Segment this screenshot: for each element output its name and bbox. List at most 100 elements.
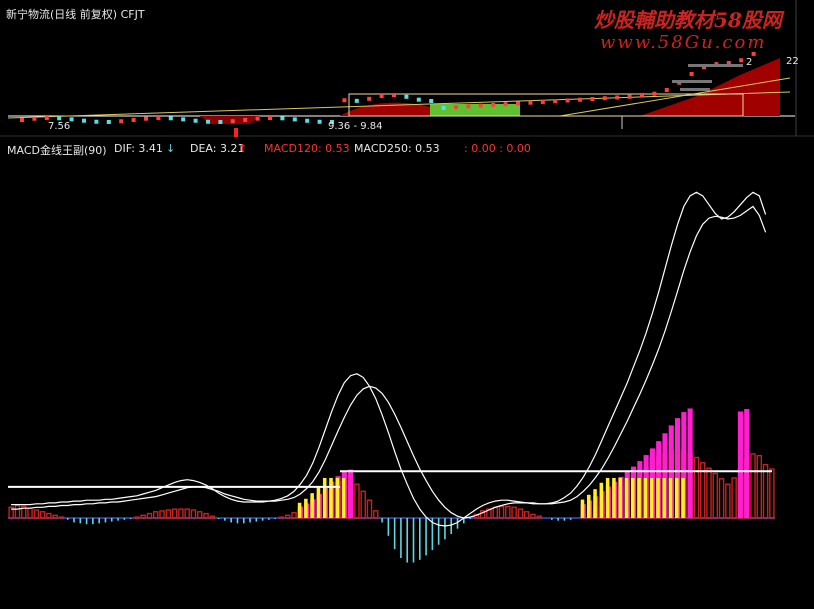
- price-candle: [32, 116, 37, 121]
- price-candle: [516, 101, 520, 106]
- price-candle: [664, 88, 669, 93]
- macd-bar: [505, 505, 511, 519]
- signal-bar: [605, 477, 610, 518]
- signal-bar: [593, 489, 597, 518]
- price-candle: [590, 96, 595, 101]
- price-candle: [540, 99, 545, 104]
- price-candle: [94, 119, 99, 124]
- macd-bar: [58, 516, 65, 519]
- dif-down-arrow-icon: ↓: [166, 142, 176, 155]
- price-candle: [206, 119, 210, 124]
- signal-bar: [304, 498, 308, 518]
- price-candle: [466, 104, 471, 109]
- signal-bar: [681, 477, 685, 518]
- macd-bar: [492, 506, 498, 519]
- price-candle: [565, 98, 570, 103]
- macd-bar: [366, 499, 373, 519]
- signal-bar: [329, 477, 333, 518]
- signal-bar: [744, 409, 750, 518]
- price-candle: [478, 103, 483, 108]
- price-candle: [292, 117, 297, 122]
- signal-bar: [310, 493, 314, 518]
- price-candle: [168, 116, 173, 121]
- price-right-label2: 2: [746, 57, 753, 68]
- macd-bar: [146, 512, 153, 519]
- signal-bar: [668, 477, 673, 518]
- macd-bar: [693, 456, 700, 519]
- signal-bar: [341, 477, 346, 518]
- price-candle: [578, 97, 582, 102]
- macd-bar: [33, 509, 40, 519]
- price-candle: [20, 118, 24, 122]
- macd-bar: [159, 510, 165, 519]
- price-level-bar: [680, 88, 710, 91]
- macd-bar: [373, 510, 379, 519]
- price-candle: [131, 117, 136, 122]
- price-candle: [156, 116, 161, 121]
- macd-bar: [718, 478, 725, 519]
- price-candle: [615, 95, 620, 100]
- price-candle: [640, 92, 644, 97]
- price-candle: [454, 105, 458, 110]
- price-candle: [354, 98, 359, 103]
- macd-bar: [712, 472, 719, 519]
- price-level-bar: [688, 64, 743, 67]
- price-candle: [255, 116, 260, 121]
- signal-bar: [643, 477, 648, 518]
- price-candle: [57, 116, 62, 121]
- price-candle: [367, 96, 372, 101]
- macd-bar: [203, 512, 209, 519]
- macd-bar: [706, 467, 712, 519]
- signal-bar: [737, 411, 743, 518]
- macd-bar: [725, 483, 731, 519]
- price-candle: [441, 105, 446, 110]
- macd-bar: [190, 509, 197, 519]
- macd-bar: [511, 506, 517, 519]
- price-candle: [317, 119, 322, 124]
- signal-bar: [631, 477, 635, 518]
- price-candle: [379, 94, 384, 99]
- macd-chart-screen: 新宁物流(日线 前复权) CFJT 炒股輔助教材58股网 www.58Gu.co…: [0, 0, 814, 609]
- macd-bar: [498, 505, 505, 519]
- macd-bar: [517, 508, 524, 519]
- macd-bar: [278, 516, 285, 519]
- indicator-name: MACD金线王副(90): [7, 144, 107, 157]
- signal-bar: [322, 477, 327, 518]
- price-candle: [268, 116, 272, 121]
- price-candle: [528, 100, 533, 105]
- window-title: 新宁物流(日线 前复权) CFJT: [6, 8, 145, 21]
- price-candle: [602, 96, 607, 101]
- price-right-label: 22: [786, 56, 799, 67]
- macd-bar: [178, 508, 184, 519]
- price-candle: [627, 94, 632, 99]
- price-candle: [739, 58, 744, 63]
- price-candle: [305, 118, 310, 123]
- signal-bar: [586, 494, 591, 518]
- price-candle: [404, 94, 409, 99]
- macd-bar: [360, 490, 366, 519]
- price-candle: [193, 118, 198, 123]
- price-candle: [342, 98, 347, 103]
- signal-bar: [649, 477, 654, 518]
- price-candle: [392, 93, 396, 98]
- macd-bar: [750, 453, 756, 519]
- macd-bar: [762, 463, 769, 519]
- price-low-label: 7.56: [48, 121, 71, 132]
- macd-bar: [46, 512, 52, 519]
- price-candle: [144, 116, 148, 121]
- macd-bar: [285, 514, 291, 519]
- macd-bar: [354, 483, 360, 519]
- price-candle: [243, 117, 248, 122]
- price-candle: [416, 97, 421, 102]
- price-candle: [429, 98, 434, 103]
- signal-bar: [599, 482, 604, 518]
- dea-value: DEA: 3.21: [190, 142, 245, 155]
- dea-up-arrow-icon: ↑: [238, 142, 248, 155]
- price-candle: [503, 102, 508, 107]
- signal-bar: [656, 477, 660, 518]
- chart-svg: [0, 0, 814, 563]
- dif-value: DIF: 3.41: [114, 142, 163, 155]
- signal-bar: [687, 408, 693, 518]
- price-level-bar: [672, 80, 712, 83]
- signal-bar: [316, 485, 321, 518]
